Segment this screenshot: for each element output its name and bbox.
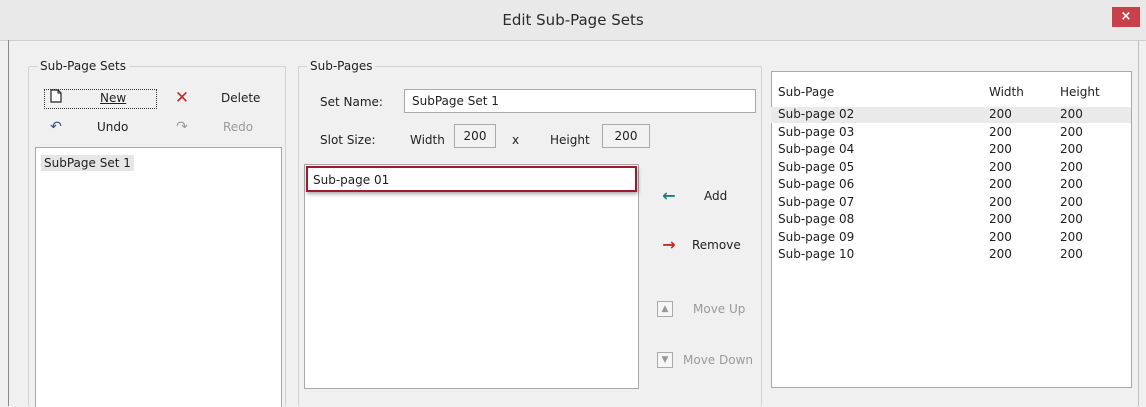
table-row[interactable]: Sub-page 07 200 200	[771, 195, 1131, 211]
column-header-width[interactable]: Width	[989, 85, 1024, 99]
cell-height: 200	[1060, 247, 1083, 261]
right-arrow-icon: →	[662, 235, 676, 254]
table-row[interactable]: Sub-page 10 200 200	[771, 247, 1131, 263]
cell-sub-page: Sub-page 02	[778, 107, 855, 121]
move-up-button[interactable]: ▲ Move Up	[657, 301, 747, 317]
cell-height: 200	[1060, 194, 1083, 209]
remove-button-label: Remove	[692, 237, 741, 252]
cell-width: 200	[989, 142, 1012, 156]
add-button-label: Add	[704, 188, 728, 203]
cell-height: 200	[1060, 142, 1083, 156]
cell-sub-page: Sub-page 04	[778, 142, 855, 156]
remove-button[interactable]: → Remove	[657, 235, 742, 254]
undo-button-label: Undo	[97, 120, 129, 134]
table-header: Sub-Page Width Height	[771, 79, 1131, 101]
window-border-right	[1138, 40, 1139, 406]
cell-width: 200	[989, 212, 1012, 226]
slot-height-input[interactable]: 200	[602, 124, 650, 148]
delete-x-icon: ✕	[174, 88, 190, 108]
cell-height: 200	[1060, 177, 1083, 191]
redo-button-label: Redo	[223, 120, 254, 134]
table-row[interactable]: Sub-page 09 200 200	[771, 230, 1131, 246]
slot-size-label: Slot Size:	[320, 133, 376, 147]
new-button[interactable]: New	[47, 88, 153, 108]
window-title: Edit Sub-Page Sets	[502, 11, 644, 29]
cell-sub-page: Sub-page 10	[778, 247, 855, 261]
cell-height: 200	[1060, 212, 1083, 226]
left-arrow-icon: ←	[662, 186, 676, 205]
add-button[interactable]: ← Add	[657, 186, 727, 205]
move-down-icon: ▼	[657, 352, 673, 368]
cell-width: 200	[989, 247, 1012, 261]
table-row[interactable]: Sub-page 04 200 200	[771, 142, 1131, 158]
title-bar: Edit Sub-Page Sets ×	[0, 0, 1146, 41]
cell-sub-page: Sub-page 08	[778, 212, 855, 226]
slot-width-input[interactable]: 200	[454, 124, 496, 148]
cell-width: 200	[989, 177, 1012, 191]
set-name-label: Set Name:	[320, 95, 383, 109]
sub-page-sets-list[interactable]: SubPage Set 1	[35, 147, 282, 407]
width-label: Width	[410, 133, 445, 147]
sub-pages-legend: Sub-Pages	[307, 59, 376, 73]
cell-sub-page: Sub-page 03	[778, 124, 855, 139]
cell-sub-page: Sub-page 07	[778, 194, 855, 209]
set-name-input[interactable]: SubPage Set 1	[404, 89, 756, 113]
table-row[interactable]: Sub-page 02 200 200	[771, 107, 1131, 123]
cell-width: 200	[989, 107, 1012, 121]
column-header-height[interactable]: Height	[1060, 85, 1100, 99]
cell-width: 200	[989, 194, 1012, 209]
table-row[interactable]: Sub-page 03 200 200	[771, 125, 1131, 141]
assigned-sub-pages-list[interactable]: Sub-page 01	[304, 164, 639, 389]
undo-icon: ↶	[50, 119, 62, 135]
sub-page-sets-legend: Sub-Page Sets	[37, 59, 129, 73]
redo-button[interactable]: ↷ Redo	[173, 117, 263, 137]
move-down-button[interactable]: ▼ Move Down	[657, 352, 757, 368]
undo-button[interactable]: ↶ Undo	[47, 117, 147, 137]
delete-button-label: Delete	[221, 91, 261, 105]
cell-sub-page: Sub-page 06	[778, 177, 855, 191]
redo-icon: ↷	[176, 119, 188, 135]
move-up-button-label: Move Up	[693, 302, 746, 316]
cell-height: 200	[1060, 159, 1083, 174]
new-button-label: New	[100, 91, 127, 105]
move-up-icon: ▲	[657, 301, 673, 317]
cell-width: 200	[989, 159, 1012, 174]
cell-sub-page: Sub-page 09	[778, 229, 855, 244]
close-button[interactable]: ×	[1112, 7, 1140, 27]
height-label: Height	[550, 133, 590, 147]
delete-button[interactable]: ✕ Delete	[173, 88, 263, 108]
table-row[interactable]: Sub-page 06 200 200	[771, 177, 1131, 193]
list-item-subpage-set-1[interactable]: SubPage Set 1	[41, 155, 134, 171]
new-document-icon	[47, 89, 65, 107]
cell-width: 200	[989, 229, 1012, 244]
cell-sub-page: Sub-page 05	[778, 159, 855, 174]
cell-width: 200	[989, 124, 1012, 139]
cell-height: 200	[1060, 124, 1083, 139]
cell-height: 200	[1060, 229, 1083, 244]
column-header-sub-page[interactable]: Sub-Page	[778, 85, 834, 99]
move-down-button-label: Move Down	[683, 353, 753, 367]
table-row[interactable]: Sub-page 08 200 200	[771, 212, 1131, 228]
times-label: x	[512, 133, 520, 147]
table-row[interactable]: Sub-page 05 200 200	[771, 160, 1131, 176]
cell-height: 200	[1060, 107, 1083, 121]
selection-highlight	[306, 166, 637, 192]
window-border-left	[8, 40, 9, 406]
